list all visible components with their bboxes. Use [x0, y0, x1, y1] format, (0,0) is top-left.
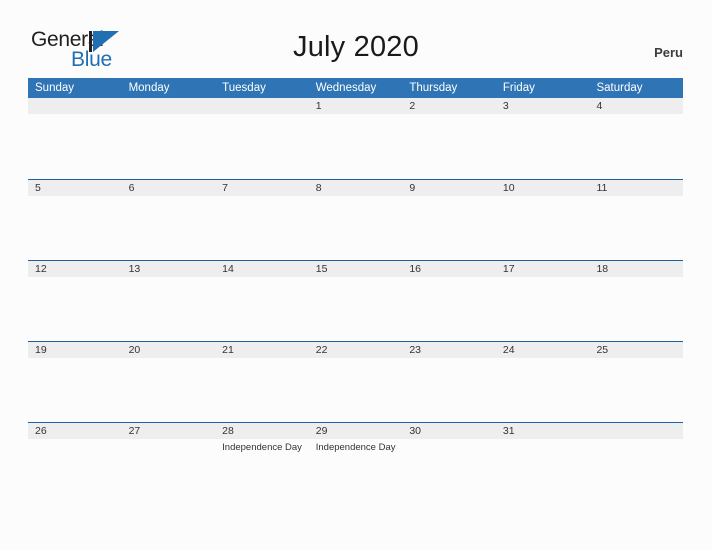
date-number[interactable]: 8 [309, 180, 403, 196]
day-cell[interactable] [589, 358, 683, 422]
date-number[interactable] [28, 98, 122, 114]
day-cell[interactable] [215, 196, 309, 260]
page-header: General Blue July 2020 Peru [0, 0, 712, 78]
date-number[interactable]: 14 [215, 261, 309, 277]
date-number[interactable]: 23 [402, 342, 496, 358]
day-cell[interactable] [589, 277, 683, 341]
week-date-band: 26 27 28 29 30 31 [28, 422, 683, 439]
day-cell[interactable] [402, 439, 496, 503]
day-cell[interactable] [28, 439, 122, 503]
date-number[interactable]: 3 [496, 98, 590, 114]
date-number[interactable]: 6 [122, 180, 216, 196]
date-number[interactable]: 16 [402, 261, 496, 277]
date-number[interactable]: 31 [496, 423, 590, 439]
day-cell[interactable] [496, 196, 590, 260]
date-number[interactable]: 18 [589, 261, 683, 277]
week-row: 1 2 3 4 [28, 98, 683, 179]
day-cell[interactable] [309, 114, 403, 178]
day-cell[interactable] [402, 277, 496, 341]
week-event-band: Independence Day Independence Day [28, 439, 683, 503]
date-number[interactable]: 21 [215, 342, 309, 358]
day-cell[interactable] [402, 196, 496, 260]
date-number[interactable]: 29 [309, 423, 403, 439]
date-number[interactable] [215, 98, 309, 114]
weekday-header-row: Sunday Monday Tuesday Wednesday Thursday… [28, 78, 683, 98]
day-cell[interactable] [215, 277, 309, 341]
event-label: Independence Day [222, 442, 302, 453]
country-label: Peru [654, 45, 683, 60]
day-cell[interactable] [122, 439, 216, 503]
date-number[interactable]: 11 [589, 180, 683, 196]
date-number[interactable]: 24 [496, 342, 590, 358]
date-number[interactable]: 2 [402, 98, 496, 114]
weekday-header-thursday: Thursday [409, 82, 458, 94]
week-date-band: 1 2 3 4 [28, 98, 683, 114]
day-cell[interactable] [122, 114, 216, 178]
weekday-header-tuesday: Tuesday [222, 82, 266, 94]
day-cell[interactable] [402, 358, 496, 422]
date-number[interactable]: 28 [215, 423, 309, 439]
event-label: Independence Day [315, 442, 396, 453]
week-date-band: 5 6 7 8 9 10 11 [28, 179, 683, 196]
date-number[interactable]: 20 [122, 342, 216, 358]
week-event-band [28, 277, 683, 341]
day-cell[interactable] [496, 277, 590, 341]
weekday-header-wednesday: Wednesday [315, 82, 377, 94]
week-date-band: 19 20 21 22 23 24 25 [28, 341, 683, 358]
day-cell[interactable]: Independence Day [215, 439, 309, 503]
day-cell[interactable] [589, 439, 683, 503]
date-number[interactable]: 25 [589, 342, 683, 358]
day-cell[interactable] [309, 196, 403, 260]
date-number[interactable]: 30 [402, 423, 496, 439]
day-cell[interactable] [496, 114, 590, 178]
date-number[interactable]: 26 [28, 423, 122, 439]
date-number[interactable]: 15 [309, 261, 403, 277]
weekday-header-friday: Friday [502, 82, 535, 94]
week-event-band [28, 196, 683, 260]
date-number[interactable]: 12 [28, 261, 122, 277]
date-number[interactable]: 10 [496, 180, 590, 196]
weekday-header-sunday: Sunday [35, 82, 75, 94]
date-number[interactable]: 27 [122, 423, 216, 439]
date-number[interactable]: 4 [589, 98, 683, 114]
week-row: 19 20 21 22 23 24 25 [28, 341, 683, 422]
calendar-grid: Sunday Monday Tuesday Wednesday Thursday… [28, 78, 683, 503]
date-number[interactable]: 22 [309, 342, 403, 358]
week-event-band [28, 114, 683, 178]
day-cell[interactable] [28, 196, 122, 260]
day-cell[interactable] [122, 358, 216, 422]
day-cell[interactable] [215, 114, 309, 178]
day-cell[interactable] [28, 114, 122, 178]
day-cell[interactable]: Independence Day [309, 439, 403, 503]
date-number[interactable]: 1 [309, 98, 403, 114]
day-cell[interactable] [589, 114, 683, 178]
day-cell[interactable] [496, 439, 590, 503]
day-cell[interactable] [28, 358, 122, 422]
day-cell[interactable] [28, 277, 122, 341]
date-number[interactable]: 19 [28, 342, 122, 358]
weekday-header-monday: Monday [128, 82, 170, 94]
week-row: 5 6 7 8 9 10 11 [28, 179, 683, 260]
weekday-header-saturday: Saturday [596, 82, 643, 94]
day-cell[interactable] [309, 277, 403, 341]
date-number[interactable]: 7 [215, 180, 309, 196]
date-number[interactable]: 9 [402, 180, 496, 196]
date-number[interactable]: 5 [28, 180, 122, 196]
day-cell[interactable] [496, 358, 590, 422]
day-cell[interactable] [215, 358, 309, 422]
week-date-band: 12 13 14 15 16 17 18 [28, 260, 683, 277]
date-number[interactable] [122, 98, 216, 114]
day-cell[interactable] [309, 358, 403, 422]
day-cell[interactable] [122, 196, 216, 260]
date-number[interactable]: 13 [122, 261, 216, 277]
date-number[interactable]: 17 [496, 261, 590, 277]
day-cell[interactable] [402, 114, 496, 178]
week-row: 12 13 14 15 16 17 18 [28, 260, 683, 341]
day-cell[interactable] [122, 277, 216, 341]
date-number[interactable] [589, 423, 683, 439]
week-event-band [28, 358, 683, 422]
page-title: July 2020 [293, 31, 419, 63]
week-row: 26 27 28 29 30 31 Independence Day Indep… [28, 422, 683, 503]
day-cell[interactable] [589, 196, 683, 260]
